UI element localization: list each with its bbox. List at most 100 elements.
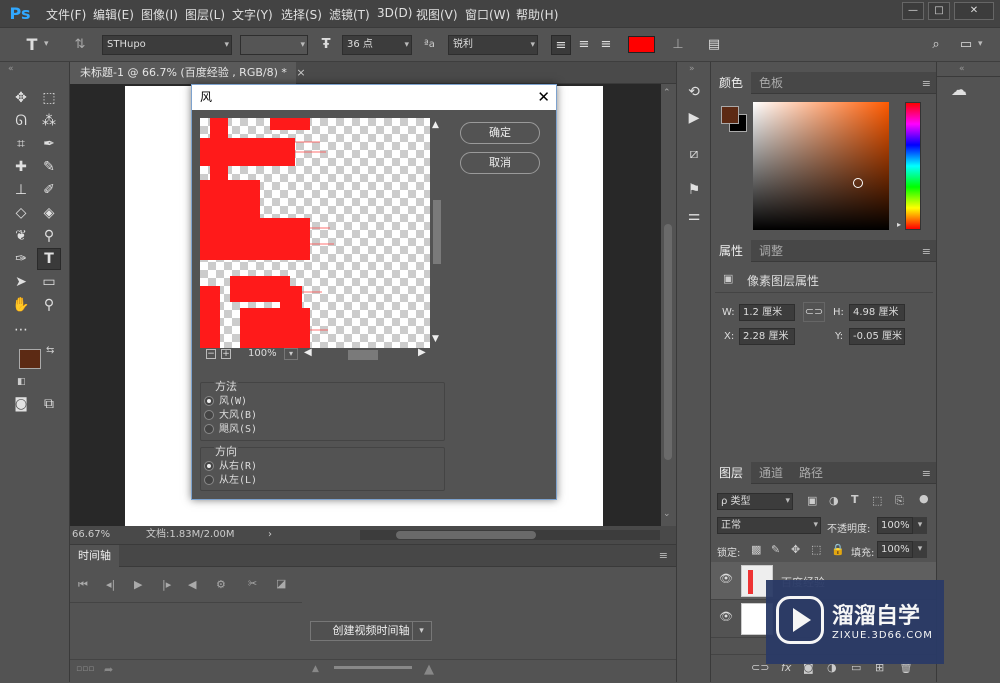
- marquee-tool-icon[interactable]: ⬚: [38, 88, 60, 108]
- radio-button[interactable]: [204, 461, 214, 471]
- visibility-eye-icon[interactable]: 👁: [719, 572, 733, 585]
- radio-wind[interactable]: 风(W): [204, 392, 247, 407]
- document-tab[interactable]: 未标题-1 @ 66.7% (百度经验 , RGB/8) * ×: [70, 62, 306, 84]
- path-selection-tool-icon[interactable]: ➤: [10, 272, 32, 292]
- restore-button[interactable]: □: [928, 2, 950, 20]
- tab-swatches[interactable]: 色板: [751, 72, 791, 94]
- tab-adjustments[interactable]: 调整: [751, 240, 791, 262]
- warp-text-icon[interactable]: ⊥: [668, 35, 688, 55]
- crop-tool-icon[interactable]: ⌗: [10, 134, 32, 154]
- blend-mode-select[interactable]: 正常 ▾: [717, 517, 821, 534]
- quick-mask-icon[interactable]: ◙: [10, 394, 32, 414]
- scrollbar-thumb[interactable]: [664, 224, 672, 460]
- scroll-up-icon[interactable]: ⌃: [663, 88, 671, 98]
- y-field[interactable]: -0.05 厘米: [849, 328, 905, 345]
- close-tab-icon[interactable]: ×: [296, 66, 305, 79]
- tab-properties[interactable]: 属性: [711, 240, 752, 262]
- actions-panel-icon[interactable]: ▶: [683, 108, 705, 128]
- panel-menu-icon[interactable]: ≡: [922, 77, 931, 90]
- chevron-down-icon[interactable]: ▾: [44, 39, 49, 49]
- clone-source-icon[interactable]: ⧄: [683, 144, 705, 164]
- workspace-icon[interactable]: ▭: [956, 35, 976, 55]
- next-frame-icon[interactable]: |▸: [162, 578, 171, 591]
- chevron-down-icon[interactable]: ▾: [913, 541, 927, 558]
- collapse-icon[interactable]: «: [8, 64, 14, 74]
- render-icon[interactable]: ➦: [104, 663, 113, 676]
- lasso-tool-icon[interactable]: ᘏ: [10, 111, 32, 131]
- character-panel-icon[interactable]: ▤: [704, 35, 724, 55]
- lock-pixels-icon[interactable]: ✎: [771, 543, 780, 556]
- radio-button[interactable]: [204, 424, 214, 434]
- width-field[interactable]: 1.2 厘米: [739, 304, 795, 321]
- tab-layers[interactable]: 图层: [711, 462, 752, 484]
- timeline-zoom-slider[interactable]: [334, 666, 412, 669]
- hand-tool-icon[interactable]: ✋: [10, 295, 32, 315]
- foreground-color-swatch[interactable]: [19, 349, 41, 369]
- zoom-in-icon[interactable]: ▲: [424, 662, 434, 677]
- history-brush-tool-icon[interactable]: ✐: [38, 180, 60, 200]
- menu-edit[interactable]: 编辑(E): [93, 6, 134, 23]
- creative-cloud-icon[interactable]: ☁: [947, 80, 971, 100]
- collapse-icon[interactable]: »: [689, 64, 695, 74]
- align-center-icon[interactable]: ≡: [574, 35, 594, 55]
- scroll-right-icon[interactable]: ▶: [418, 347, 426, 358]
- close-window-button[interactable]: ✕: [954, 2, 994, 20]
- tab-timeline[interactable]: 时间轴: [70, 545, 119, 567]
- scroll-down-icon[interactable]: ⌄: [663, 509, 671, 519]
- filter-smart-object-icon[interactable]: ⎘: [895, 494, 904, 508]
- hue-slider[interactable]: [905, 102, 921, 230]
- pen-tool-icon[interactable]: ✑: [10, 249, 32, 269]
- filter-pixel-icon[interactable]: ▣: [807, 494, 817, 507]
- lock-transparent-icon[interactable]: ▩: [751, 543, 761, 556]
- preview-scroll-thumb[interactable]: [433, 200, 441, 264]
- dodge-tool-icon[interactable]: ⚲: [38, 226, 60, 246]
- settings-icon[interactable]: ⚙: [216, 578, 226, 591]
- preview-hscroll-thumb[interactable]: [348, 350, 378, 360]
- radio-button[interactable]: [204, 410, 214, 420]
- paint-bucket-tool-icon[interactable]: ◈: [38, 203, 60, 223]
- first-frame-icon[interactable]: ⏮: [78, 578, 88, 592]
- cancel-button[interactable]: 取消: [460, 152, 540, 174]
- filter-shape-icon[interactable]: ⬚: [872, 494, 882, 507]
- menu-help[interactable]: 帮助(H): [516, 6, 558, 23]
- menu-file[interactable]: 文件(F): [46, 6, 86, 23]
- radio-stagger[interactable]: 飓风(S): [204, 420, 257, 435]
- layer-filter-select[interactable]: ρ 类型 ▾: [717, 493, 793, 510]
- scroll-up-icon[interactable]: ▲: [432, 120, 439, 130]
- blur-tool-icon[interactable]: ❦: [10, 226, 32, 246]
- chevron-down-icon[interactable]: ▾: [284, 348, 298, 360]
- collapse-icon[interactable]: «: [959, 64, 965, 74]
- type-tool-icon[interactable]: T: [22, 35, 42, 55]
- filter-adjustment-icon[interactable]: ◑: [829, 494, 839, 507]
- brush-tool-icon[interactable]: ✎: [38, 157, 60, 177]
- menu-select[interactable]: 选择(S): [281, 6, 322, 23]
- panel-menu-icon[interactable]: ≡: [659, 549, 668, 562]
- visibility-eye-icon[interactable]: 👁: [719, 610, 733, 623]
- lock-position-icon[interactable]: ✥: [791, 543, 800, 556]
- zoom-tool-icon[interactable]: ⚲: [38, 295, 60, 315]
- healing-brush-tool-icon[interactable]: ✚: [10, 157, 32, 177]
- h-scrollbar-thumb[interactable]: [396, 531, 536, 539]
- eyedropper-tool-icon[interactable]: ✒: [38, 134, 60, 154]
- horizontal-scrollbar[interactable]: [360, 530, 660, 540]
- menu-view[interactable]: 视图(V): [416, 6, 458, 23]
- radio-from-left[interactable]: 从左(L): [204, 471, 257, 486]
- radio-button[interactable]: [204, 475, 214, 485]
- close-icon[interactable]: ✕: [537, 85, 550, 109]
- radio-blast[interactable]: 大风(B): [204, 406, 257, 421]
- zoom-out-icon[interactable]: ▲: [312, 664, 319, 674]
- vertical-scrollbar[interactable]: ⌃ ⌄: [661, 84, 675, 526]
- zoom-plus-button[interactable]: +: [221, 349, 231, 359]
- prev-frame-icon[interactable]: ◂|: [106, 578, 115, 591]
- magic-wand-tool-icon[interactable]: ⁂: [38, 111, 60, 131]
- text-color-swatch[interactable]: [628, 36, 655, 53]
- zoom-minus-button[interactable]: −: [206, 349, 216, 359]
- tab-color[interactable]: 颜色: [711, 72, 752, 94]
- color-field[interactable]: [753, 102, 889, 230]
- x-field[interactable]: 2.28 厘米: [739, 328, 795, 345]
- eraser-tool-icon[interactable]: ◇: [10, 203, 32, 223]
- antialias-select[interactable]: 锐利 ▾: [448, 35, 538, 55]
- zoom-level[interactable]: 66.67%: [72, 526, 110, 544]
- chevron-down-icon[interactable]: ▾: [412, 622, 430, 640]
- history-panel-icon[interactable]: ⟲: [683, 82, 705, 102]
